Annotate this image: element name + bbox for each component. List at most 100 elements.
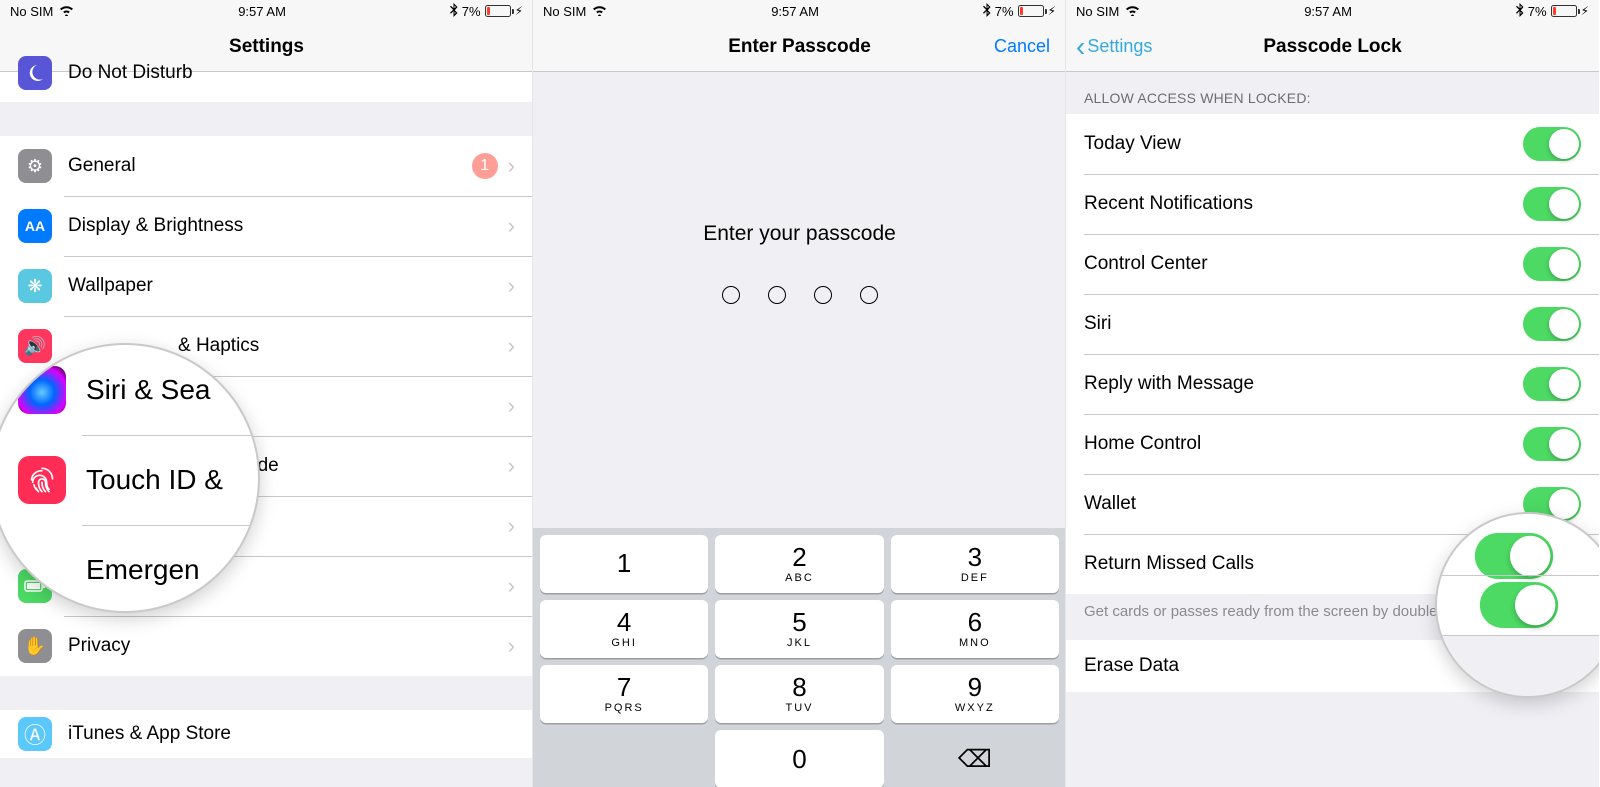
chevron-right-icon: › bbox=[508, 273, 515, 299]
status-bar: No SIM 9:57 AM 7% ⚡︎ bbox=[1066, 0, 1599, 22]
battery-pct-label: 7% bbox=[1528, 4, 1547, 19]
key-4[interactable]: 4GHI bbox=[540, 600, 708, 658]
zoom-label: Touch ID & bbox=[86, 464, 223, 496]
zoom-row-siri[interactable]: Siri & Sea bbox=[0, 345, 258, 435]
toggle-switch[interactable] bbox=[1523, 367, 1581, 401]
row-dnd[interactable]: Do Not Disturb bbox=[0, 72, 533, 102]
row-label: Wallet bbox=[1084, 493, 1523, 515]
status-bar: No SIM 9:57 AM 7% ⚡︎ bbox=[533, 0, 1066, 22]
magnifier-settings-rows: Siri & Sea Touch ID & Emergen bbox=[0, 343, 260, 613]
back-button[interactable]: ‹ Settings bbox=[1076, 36, 1152, 57]
row-recent-notifications[interactable]: Recent Notifications bbox=[1066, 174, 1599, 234]
key-8[interactable]: 8TUV bbox=[715, 665, 883, 723]
toggle-switch[interactable] bbox=[1523, 127, 1581, 161]
passcode-body: Enter your passcode bbox=[533, 72, 1066, 528]
moon-icon bbox=[18, 56, 52, 90]
row-siri[interactable]: Siri bbox=[1066, 294, 1599, 354]
zoom-label: Siri & Sea bbox=[86, 374, 211, 406]
page-title: Passcode Lock bbox=[1263, 36, 1401, 58]
section-header: Allow Access When Locked: bbox=[1066, 72, 1599, 114]
row-label: Do Not Disturb bbox=[68, 62, 515, 84]
toggle-switch[interactable] bbox=[1523, 307, 1581, 341]
key-0[interactable]: 0 bbox=[715, 730, 883, 787]
row-home-control[interactable]: Home Control bbox=[1066, 414, 1599, 474]
appstore-icon: Ⓐ bbox=[18, 717, 52, 751]
key-6[interactable]: 6MNO bbox=[891, 600, 1059, 658]
chevron-right-icon: › bbox=[508, 513, 515, 539]
toggle-switch-zoomed[interactable] bbox=[1475, 533, 1553, 579]
row-label: Reply with Message bbox=[1084, 373, 1523, 395]
key-1[interactable]: 1 bbox=[540, 535, 708, 593]
toggle-switch-zoomed[interactable] bbox=[1480, 582, 1558, 628]
key-9[interactable]: 9WXYZ bbox=[891, 665, 1059, 723]
toggle-switch[interactable] bbox=[1523, 427, 1581, 461]
wifi-icon bbox=[1125, 4, 1140, 19]
row-general[interactable]: ⚙︎ General 1 › bbox=[0, 136, 533, 196]
bluetooth-icon bbox=[983, 3, 991, 20]
passcode-dots bbox=[722, 286, 878, 304]
key-delete[interactable]: ⌫ bbox=[891, 730, 1059, 787]
toggle-switch[interactable] bbox=[1523, 247, 1581, 281]
wifi-icon bbox=[592, 4, 607, 19]
bluetooth-icon bbox=[1516, 3, 1524, 20]
carrier-label: No SIM bbox=[10, 4, 53, 19]
zoom-row-touchid[interactable]: Touch ID & bbox=[0, 435, 258, 525]
nav-bar: Enter Passcode Cancel bbox=[533, 22, 1066, 72]
back-label: Settings bbox=[1087, 36, 1152, 57]
row-label: iTunes & App Store bbox=[68, 723, 515, 745]
row-today-view[interactable]: Today View bbox=[1066, 114, 1599, 174]
charging-icon: ⚡︎ bbox=[515, 4, 523, 18]
row-label: Privacy bbox=[68, 635, 508, 657]
clock-label: 9:57 AM bbox=[1304, 4, 1352, 19]
key-7[interactable]: 7PQRS bbox=[540, 665, 708, 723]
hand-icon: ✋ bbox=[18, 629, 52, 663]
chevron-right-icon: › bbox=[508, 393, 515, 419]
passcode-dot bbox=[768, 286, 786, 304]
carrier-label: No SIM bbox=[1076, 4, 1119, 19]
chevron-right-icon: › bbox=[508, 453, 515, 479]
page-title: Settings bbox=[229, 36, 304, 58]
row-reply-with-message[interactable]: Reply with Message bbox=[1066, 354, 1599, 414]
siri-icon bbox=[18, 366, 66, 414]
wallpaper-icon: ❋ bbox=[18, 269, 52, 303]
row-control-center[interactable]: Control Center bbox=[1066, 234, 1599, 294]
chevron-right-icon: › bbox=[508, 333, 515, 359]
key-5[interactable]: 5JKL bbox=[715, 600, 883, 658]
passcode-dot bbox=[860, 286, 878, 304]
zoom-row-emergency[interactable]: Emergen bbox=[0, 525, 258, 613]
nav-bar: ‹ Settings Passcode Lock bbox=[1066, 22, 1599, 72]
fingerprint-icon bbox=[18, 456, 66, 504]
row-label: Display & Brightness bbox=[68, 215, 508, 237]
zoom-label: Emergen bbox=[86, 554, 200, 586]
wifi-icon bbox=[59, 4, 74, 19]
chevron-right-icon: › bbox=[508, 573, 515, 599]
page-title: Enter Passcode bbox=[728, 36, 871, 58]
screen-settings: No SIM 9:57 AM 7% ⚡︎ Settings Do Not Dis… bbox=[0, 0, 533, 787]
row-wallpaper[interactable]: ❋ Wallpaper › bbox=[0, 256, 533, 316]
cancel-button[interactable]: Cancel bbox=[994, 36, 1050, 57]
passcode-dot bbox=[722, 286, 740, 304]
battery-icon bbox=[485, 5, 511, 17]
numeric-keypad: 1 2ABC 3DEF 4GHI 5JKL 6MNO 7PQRS 8TUV 9W… bbox=[533, 528, 1066, 787]
passcode-prompt: Enter your passcode bbox=[703, 222, 896, 246]
battery-pct-label: 7% bbox=[462, 4, 481, 19]
carrier-label: No SIM bbox=[543, 4, 586, 19]
key-2[interactable]: 2ABC bbox=[715, 535, 883, 593]
gear-icon: ⚙︎ bbox=[18, 149, 52, 183]
row-privacy[interactable]: ✋ Privacy › bbox=[0, 616, 533, 676]
battery-icon bbox=[1551, 5, 1577, 17]
toggle-switch[interactable] bbox=[1523, 187, 1581, 221]
key-blank bbox=[540, 730, 708, 787]
backspace-icon: ⌫ bbox=[958, 745, 992, 774]
row-itunes[interactable]: Ⓐ iTunes & App Store bbox=[0, 710, 533, 758]
charging-icon: ⚡︎ bbox=[1581, 4, 1589, 18]
charging-icon: ⚡︎ bbox=[1048, 4, 1056, 18]
screen-passcode-lock: No SIM 9:57 AM 7% ⚡︎ ‹ Settings Passcode… bbox=[1066, 0, 1599, 787]
row-label: General bbox=[68, 155, 472, 177]
passcode-dot bbox=[814, 286, 832, 304]
bluetooth-icon bbox=[450, 3, 458, 20]
row-display[interactable]: AA Display & Brightness › bbox=[0, 196, 533, 256]
key-3[interactable]: 3DEF bbox=[891, 535, 1059, 593]
screen-enter-passcode: No SIM 9:57 AM 7% ⚡︎ Enter Passcode Canc… bbox=[533, 0, 1066, 787]
row-label: Wallpaper bbox=[68, 275, 508, 297]
